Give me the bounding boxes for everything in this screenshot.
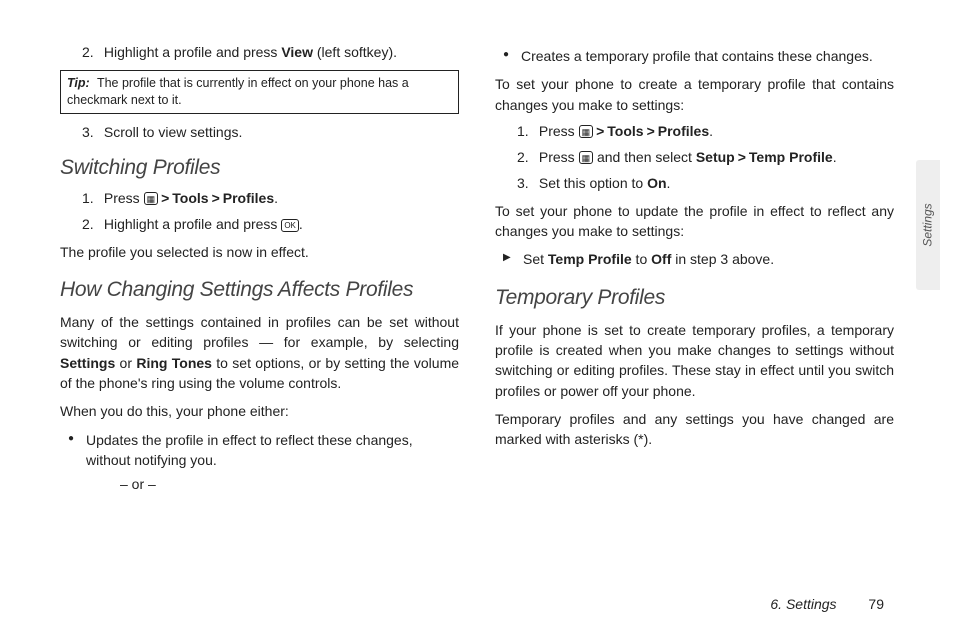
option-name: Temp Profile: [548, 251, 632, 267]
step-text: Highlight a profile and press: [104, 216, 281, 232]
step-text: Scroll to view settings.: [104, 124, 243, 140]
paragraph: When you do this, your phone either:: [60, 401, 459, 421]
list-item: 2. Highlight a profile and press View (l…: [82, 44, 459, 60]
menu-path: Profiles: [658, 123, 709, 139]
step-text: Highlight a profile and press: [104, 44, 281, 60]
left-column: 2. Highlight a profile and press View (l…: [60, 40, 459, 550]
path-separator: >: [596, 123, 604, 139]
option-value: On: [647, 175, 666, 191]
paragraph: To set your phone to create a temporary …: [495, 74, 894, 115]
menu-label: Ring Tones: [136, 355, 212, 371]
step-text: (left softkey).: [313, 44, 397, 60]
tip-callout: Tip: The profile that is currently in ef…: [60, 70, 459, 114]
tip-text: The profile that is currently in effect …: [67, 76, 409, 107]
paragraph: If your phone is set to create temporary…: [495, 320, 894, 401]
page-columns: 2. Highlight a profile and press View (l…: [60, 40, 894, 550]
menu-key-icon: ▦: [144, 192, 159, 205]
paragraph: To set your phone to update the profile …: [495, 201, 894, 242]
menu-label: Settings: [60, 355, 115, 371]
right-column: Creates a temporary profile that contain…: [495, 40, 894, 550]
or-separator: – or –: [120, 476, 459, 492]
section-heading: Temporary Profiles: [495, 286, 894, 310]
menu-path: Tools: [607, 123, 643, 139]
paragraph: Many of the settings contained in profil…: [60, 312, 459, 393]
menu-path: Setup: [696, 149, 735, 165]
menu-path: Tools: [172, 190, 208, 206]
list-item: 1. Press ▦>Tools>Profiles.: [82, 190, 459, 206]
side-tab: Settings: [916, 160, 940, 290]
page-number: 79: [868, 596, 884, 612]
softkey-label: View: [281, 44, 313, 60]
list-item: 1. Press ▦>Tools>Profiles.: [517, 123, 894, 139]
section-heading: Switching Profiles: [60, 156, 459, 180]
menu-key-icon: ▦: [579, 151, 594, 164]
section-heading: How Changing Settings Affects Profiles: [60, 278, 459, 302]
option-value: Off: [651, 251, 671, 267]
list-item: Creates a temporary profile that contain…: [503, 46, 894, 66]
step-text: Press: [104, 190, 144, 206]
list-item: 3. Set this option to On.: [517, 175, 894, 191]
list-item: 2. Highlight a profile and press OK.: [82, 216, 459, 232]
list-item: Set Temp Profile to Off in step 3 above.: [503, 249, 894, 269]
path-separator: >: [161, 190, 169, 206]
list-item: Updates the profile in effect to reflect…: [68, 430, 459, 471]
menu-path: Temp Profile: [749, 149, 833, 165]
path-separator: >: [647, 123, 655, 139]
menu-path: Profiles: [223, 190, 274, 206]
menu-key-icon: ▦: [579, 125, 594, 138]
list-item: 2. Press ▦ and then select Setup>Temp Pr…: [517, 149, 894, 165]
path-separator: >: [738, 149, 746, 165]
ok-key-icon: OK: [281, 219, 299, 232]
list-item: 3. Scroll to view settings.: [82, 124, 459, 140]
page-footer: 6. Settings 79: [770, 596, 884, 612]
chapter-label: 6. Settings: [770, 596, 836, 612]
side-tab-label: Settings: [921, 203, 935, 246]
tip-label: Tip:: [67, 76, 90, 90]
paragraph: Temporary profiles and any settings you …: [495, 409, 894, 450]
path-separator: >: [212, 190, 220, 206]
paragraph: The profile you selected is now in effec…: [60, 242, 459, 262]
